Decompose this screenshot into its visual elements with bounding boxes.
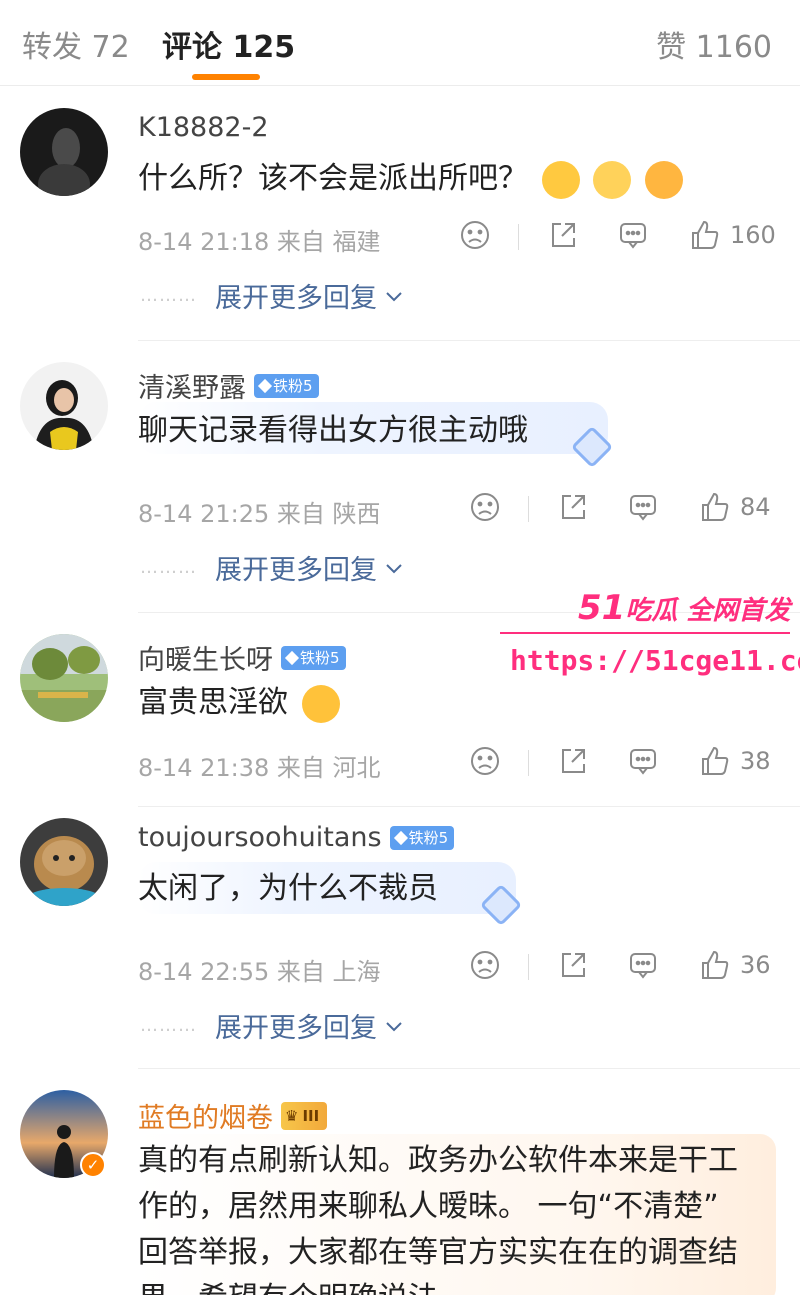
share-icon[interactable] (556, 744, 590, 778)
avatar[interactable] (20, 634, 108, 722)
like-button[interactable]: 38 (698, 744, 771, 778)
like-button[interactable]: 84 (698, 490, 771, 524)
chevron-down-icon (386, 1021, 402, 1031)
like-button[interactable]: 36 (698, 948, 771, 982)
watermark-line (500, 632, 790, 634)
thumbs-up-icon (692, 220, 719, 249)
comment-meta: 8-14 21:38 来自 河北 (138, 754, 381, 782)
divider (528, 954, 529, 980)
share-icon[interactable] (556, 948, 590, 982)
comment-icon[interactable] (626, 744, 660, 778)
verified-badge-icon: ✓ (80, 1152, 106, 1178)
divider (528, 496, 529, 522)
dislike-icon[interactable] (468, 744, 502, 778)
thumbs-up-icon (702, 492, 729, 521)
expand-replies-link[interactable]: ……… 展开更多回复 (140, 548, 405, 587)
share-icon[interactable] (556, 490, 590, 524)
chevron-down-icon (386, 291, 402, 301)
comment-text: 太闲了，为什么不裁员 (138, 871, 438, 906)
comment-text: 聊天记录看得出女方很主动哦 (138, 413, 528, 448)
dislike-icon[interactable] (458, 218, 492, 252)
shrug-emoji-icon (593, 160, 632, 199)
watermark-title: 51吃瓜 全网首发 (578, 588, 791, 628)
dislike-icon[interactable] (468, 490, 502, 524)
chevron-down-icon (386, 563, 402, 573)
share-icon[interactable] (546, 218, 580, 252)
yum-emoji-icon (644, 160, 683, 199)
username[interactable]: K18882-2 (138, 112, 269, 143)
username[interactable]: 向暖生长呀 铁粉5 (138, 638, 346, 677)
expand-replies-link[interactable]: ……… 展开更多回复 (140, 1006, 405, 1045)
username[interactable]: 清溪野露 铁粉5 (138, 366, 319, 405)
diamond-icon (284, 650, 300, 665)
comment-meta: 8-14 22:55 来自 上海 (138, 958, 381, 986)
crying-laugh-emoji-icon (541, 160, 580, 199)
fan-level-badge: 铁粉5 (389, 825, 455, 850)
watermark-url: https://51cge11.com (510, 644, 800, 677)
comment-meta: 8-14 21:18 来自 福建 (138, 228, 381, 256)
divider (138, 1068, 800, 1069)
active-tab-indicator (192, 74, 260, 80)
divider (138, 340, 800, 341)
comment-icon[interactable] (626, 948, 660, 982)
dislike-icon[interactable] (468, 948, 502, 982)
tongue-out-emoji-icon (301, 684, 340, 723)
comment-icon[interactable] (616, 218, 650, 252)
fan-level-badge: 铁粉5 (281, 645, 346, 670)
avatar[interactable] (20, 108, 108, 196)
tab-comments[interactable]: 评论 125 (162, 22, 295, 66)
thumbs-up-icon (702, 746, 729, 775)
comment-icon[interactable] (626, 490, 660, 524)
expand-replies-link[interactable]: ……… 展开更多回复 (140, 276, 405, 315)
username[interactable]: 蓝色的烟卷 ♛ III (138, 1096, 328, 1135)
diamond-icon (257, 378, 273, 393)
divider (528, 750, 529, 776)
diamond-icon (393, 830, 408, 845)
comment-text: 什么所？该不会是派出所吧？ (138, 156, 683, 202)
comment-meta: 8-14 21:25 来自 陕西 (138, 500, 381, 528)
avatar[interactable] (20, 362, 108, 450)
crown-icon: ♛ (285, 1106, 299, 1125)
comment-text: 真的有点刷新认知。政务办公软件本来是干工 作的，居然用来聊私人暧昧。 一句“不清… (138, 1143, 738, 1295)
vip-crown-badge: ♛ III (281, 1101, 328, 1130)
watermark: 51吃瓜 全网首发 https://51cge11.com (498, 582, 800, 692)
like-button[interactable]: 160 (688, 218, 776, 252)
comment-text: 富贵思淫欲 (138, 680, 340, 726)
divider (138, 806, 800, 807)
thumbs-up-icon (702, 950, 729, 979)
tab-likes[interactable]: 赞 1160 (656, 22, 772, 66)
avatar[interactable] (20, 818, 108, 906)
divider (518, 224, 519, 250)
username[interactable]: toujoursoohuitans 铁粉5 (138, 822, 455, 853)
tab-repost[interactable]: 转发 72 (22, 22, 130, 66)
fan-level-badge: 铁粉5 (254, 373, 319, 398)
comment-tabs: 转发 72 评论 125 赞 1160 (0, 0, 800, 86)
